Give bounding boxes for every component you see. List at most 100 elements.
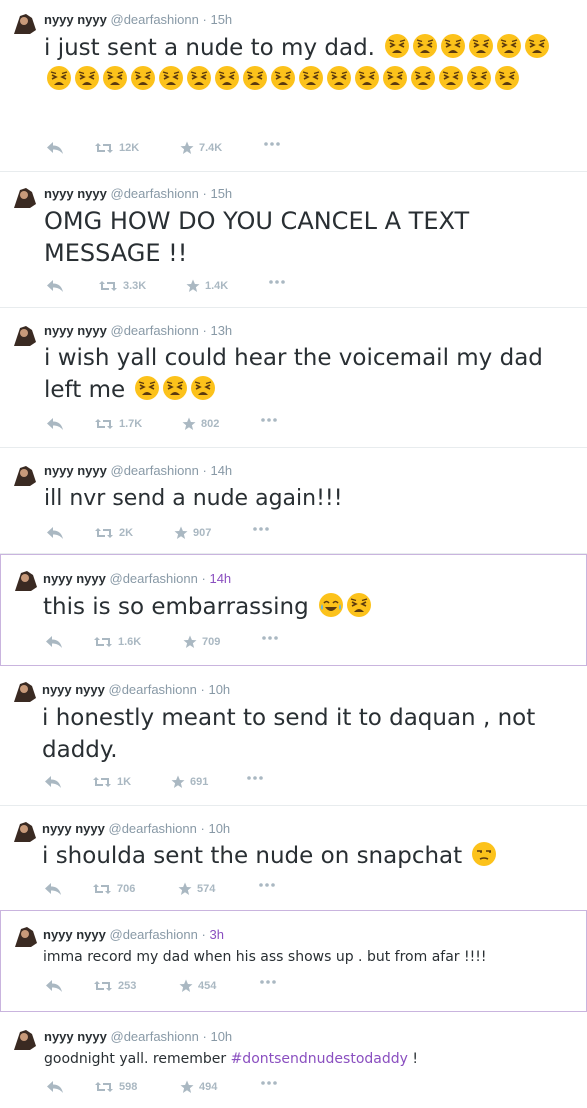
avatar[interactable]: [12, 10, 38, 36]
tweet[interactable]: nyyy nyyy @dearfashionn · 15h OMG HOW DO…: [0, 172, 587, 308]
author-handle[interactable]: @dearfashionn: [111, 323, 199, 338]
avatar[interactable]: [12, 1026, 38, 1052]
tweet[interactable]: nyyy nyyy @dearfashionn · 13h i wish yal…: [0, 308, 587, 448]
timestamp[interactable]: 3h: [209, 927, 223, 942]
tweet-header: nyyy nyyy @dearfashionn · 13h: [44, 323, 232, 339]
retweet-button[interactable]: 2K: [94, 526, 133, 540]
avatar[interactable]: [12, 462, 38, 488]
more-icon: [269, 280, 285, 284]
tweet-text: OMG HOW DO YOU CANCEL A TEXT MESSAGE !!: [44, 205, 544, 269]
retweet-icon: [95, 1082, 113, 1092]
tweet[interactable]: nyyy nyyy @dearfashionn · 15h i just sen…: [0, 0, 587, 172]
favorite-button[interactable]: 494: [180, 1080, 217, 1094]
tweet-header: nyyy nyyy @dearfashionn · 10h: [44, 1029, 232, 1045]
author-handle[interactable]: @dearfashionn: [111, 186, 199, 201]
timestamp[interactable]: 15h: [210, 186, 232, 201]
timestamp[interactable]: 10h: [210, 1029, 232, 1044]
favorite-button[interactable]: 7.4K: [180, 141, 222, 155]
tweet-text-content: ill nvr send a nude again!!!: [44, 486, 343, 511]
weary-face-emoji: [190, 375, 216, 401]
favorite-button[interactable]: 454: [179, 979, 216, 993]
author-handle[interactable]: @dearfashionn: [109, 682, 197, 697]
author-name[interactable]: nyyy nyyy: [44, 1029, 107, 1044]
timestamp[interactable]: 10h: [208, 682, 230, 697]
author-handle[interactable]: @dearfashionn: [111, 1029, 199, 1044]
retweet-button[interactable]: 12K: [94, 141, 139, 155]
more-button[interactable]: [258, 882, 276, 888]
reply-button[interactable]: [44, 882, 62, 896]
reply-button[interactable]: [46, 141, 64, 155]
author-name[interactable]: nyyy nyyy: [44, 323, 107, 338]
retweet-button[interactable]: 1.6K: [93, 635, 141, 649]
reply-button[interactable]: [46, 1080, 64, 1094]
author-name[interactable]: nyyy nyyy: [44, 463, 107, 478]
tweet[interactable]: nyyy nyyy @dearfashionn · 3h imma record…: [0, 910, 587, 1012]
reply-button[interactable]: [44, 775, 62, 789]
tweet[interactable]: nyyy nyyy @dearfashionn · 10h i honestly…: [0, 666, 587, 806]
weary-face-emoji: [410, 65, 436, 91]
more-button[interactable]: [252, 526, 270, 532]
avatar[interactable]: [13, 567, 39, 593]
more-button[interactable]: [260, 1080, 278, 1086]
author-handle[interactable]: @dearfashionn: [111, 12, 199, 27]
favorite-button[interactable]: 802: [182, 417, 219, 431]
avatar[interactable]: [12, 818, 38, 844]
author-name[interactable]: nyyy nyyy: [42, 821, 105, 836]
retweet-icon: [99, 281, 117, 291]
author-handle[interactable]: @dearfashionn: [111, 463, 199, 478]
separator-dot: ·: [202, 323, 207, 338]
timestamp[interactable]: 13h: [210, 323, 232, 338]
retweet-button[interactable]: 1.7K: [94, 417, 142, 431]
author-name[interactable]: nyyy nyyy: [43, 927, 106, 942]
retweet-button[interactable]: 598: [94, 1080, 137, 1094]
retweet-button[interactable]: 3.3K: [98, 279, 146, 293]
timestamp[interactable]: 10h: [208, 821, 230, 836]
reply-button[interactable]: [45, 979, 63, 993]
tweet-actions: 1.6K 709: [45, 635, 305, 651]
avatar[interactable]: [13, 923, 39, 949]
author-handle[interactable]: @dearfashionn: [110, 927, 198, 942]
avatar[interactable]: [12, 184, 38, 210]
avatar[interactable]: [12, 678, 38, 704]
tweet-text: ill nvr send a nude again!!!: [44, 484, 574, 514]
weary-face-emoji: [242, 65, 268, 91]
weary-face-emoji: [440, 33, 466, 59]
author-name[interactable]: nyyy nyyy: [44, 12, 107, 27]
tweet[interactable]: nyyy nyyy @dearfashionn · 10h i shoulda …: [0, 806, 587, 910]
retweet-button[interactable]: 253: [93, 979, 136, 993]
reply-button[interactable]: [46, 279, 64, 293]
avatar[interactable]: [12, 322, 38, 348]
author-name[interactable]: nyyy nyyy: [42, 682, 105, 697]
timestamp[interactable]: 14h: [209, 571, 231, 586]
favorite-button[interactable]: 907: [174, 526, 211, 540]
tweet[interactable]: nyyy nyyy @dearfashionn · 14h ill nvr se…: [0, 448, 587, 554]
favorite-button[interactable]: 574: [178, 882, 215, 896]
reply-button[interactable]: [45, 635, 63, 649]
retweet-button[interactable]: 1K: [92, 775, 131, 789]
reply-button[interactable]: [46, 526, 64, 540]
more-button[interactable]: [260, 417, 278, 423]
more-button[interactable]: [263, 141, 281, 147]
tweet[interactable]: nyyy nyyy @dearfashionn · 14h this is so…: [0, 554, 587, 666]
hashtag-link[interactable]: #dontsendnudestodaddy: [231, 1051, 408, 1067]
timestamp[interactable]: 15h: [210, 12, 232, 27]
favorite-button[interactable]: 691: [171, 775, 208, 789]
favorite-button[interactable]: 1.4K: [186, 279, 228, 293]
author-handle[interactable]: @dearfashionn: [110, 571, 198, 586]
more-icon: [264, 142, 280, 146]
more-button[interactable]: [268, 279, 286, 285]
tweet[interactable]: nyyy nyyy @dearfashionn · 10h goodnight …: [0, 1012, 587, 1108]
author-name[interactable]: nyyy nyyy: [44, 186, 107, 201]
tweet-text-content: this is so embarrassing: [43, 594, 309, 620]
favorite-button[interactable]: 709: [183, 635, 220, 649]
more-button[interactable]: [261, 635, 279, 641]
more-button[interactable]: [246, 775, 264, 781]
retweet-icon: [95, 143, 113, 153]
retweet-button[interactable]: 706: [92, 882, 135, 896]
timestamp[interactable]: 14h: [210, 463, 232, 478]
reply-button[interactable]: [46, 417, 64, 431]
author-handle[interactable]: @dearfashionn: [109, 821, 197, 836]
separator-dot: ·: [202, 12, 207, 27]
more-button[interactable]: [259, 979, 277, 985]
author-name[interactable]: nyyy nyyy: [43, 571, 106, 586]
